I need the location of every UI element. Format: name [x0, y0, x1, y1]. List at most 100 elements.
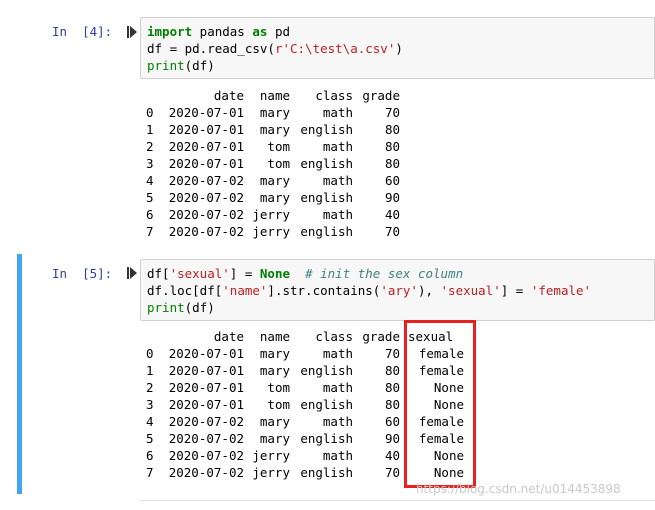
table-row: 1 2020-07-01 mary english 80 — [146, 121, 400, 138]
table-cell: 70 — [384, 346, 400, 361]
run-cell-icon[interactable] — [127, 26, 137, 38]
table-cell: 5 — [146, 431, 154, 446]
notebook-cell-4[interactable]: In [4]: import pandas as pd df = pd.read… — [0, 0, 655, 250]
table-cell: jerry — [252, 207, 290, 222]
table-cell: math — [322, 346, 353, 361]
table-cell: 2020-07-01 — [168, 346, 244, 361]
code-token: pd — [267, 24, 291, 39]
table-cell: mary — [259, 346, 290, 361]
watermark: https://blog.csdn.net/u014453898 — [416, 482, 621, 496]
table-cell: english — [300, 156, 353, 171]
code-token: df.loc[df[ — [147, 283, 223, 298]
sexual-column-highlight-box — [404, 320, 476, 488]
table-cell: english — [300, 224, 353, 239]
table-cell: 7 — [146, 465, 154, 480]
table-cell: math — [322, 448, 353, 463]
table-cell: 2020-07-02 — [168, 224, 244, 239]
table-cell: 4 — [146, 173, 154, 188]
column-header: class — [315, 329, 353, 344]
code-token: pandas — [192, 24, 253, 39]
table-cell: 70 — [384, 465, 400, 480]
code-token: 'sexual' — [169, 266, 230, 281]
table-cell: math — [322, 105, 353, 120]
column-header — [146, 328, 166, 345]
table-cell: tom — [267, 397, 290, 412]
code-token: 'name' — [222, 283, 268, 298]
table-row: 0 2020-07-01 mary math 70 — [146, 104, 400, 121]
table-row: 2 2020-07-01 tom math 80 — [146, 138, 400, 155]
column-header: date — [213, 88, 244, 103]
table-cell: 2020-07-01 — [168, 156, 244, 171]
table-cell: 2020-07-02 — [168, 173, 244, 188]
code-token: (df) — [184, 300, 215, 315]
table-cell: math — [322, 139, 353, 154]
code-token: 'female' — [530, 283, 592, 298]
code-token: import — [147, 24, 193, 39]
table-cell: 2020-07-02 — [168, 465, 244, 480]
table-cell: 3 — [146, 397, 154, 412]
code-token: ] = — [229, 266, 260, 281]
table-cell: 2 — [146, 139, 154, 154]
table-cell: 80 — [384, 139, 400, 154]
table-cell: 4 — [146, 414, 154, 429]
column-header: grade — [362, 88, 400, 103]
table-cell: 2020-07-01 — [168, 397, 244, 412]
table-cell: english — [300, 190, 353, 205]
table-row: 3 2020-07-01 tom english 80 — [146, 155, 400, 172]
table-cell: 2020-07-01 — [168, 105, 244, 120]
code-token: 'ary' — [380, 283, 418, 298]
table-cell: 40 — [384, 207, 400, 222]
code-token: print — [147, 58, 185, 73]
code-token: df[ — [147, 266, 170, 281]
code-line: import pandas as pd — [147, 23, 648, 40]
table-cell: tom — [267, 139, 290, 154]
table-cell: 80 — [384, 363, 400, 378]
run-cell-icon[interactable] — [127, 267, 137, 279]
table-cell: 90 — [384, 190, 400, 205]
code-token: ) — [395, 41, 403, 56]
table-cell: 0 — [146, 105, 154, 120]
code-line: df['sexual'] = None # init the sex colum… — [147, 265, 648, 282]
table-cell: english — [300, 363, 353, 378]
table-cell: 0 — [146, 346, 154, 361]
table-cell: 2020-07-01 — [168, 380, 244, 395]
column-header: name — [259, 329, 290, 344]
table-cell: 6 — [146, 448, 154, 463]
cell-4-prompt: In [4]: — [52, 24, 113, 39]
column-header: class — [315, 88, 353, 103]
code-token: ), — [417, 283, 441, 298]
table-cell: tom — [267, 156, 290, 171]
table-row: 7 2020-07-02 jerry english 70 — [146, 223, 400, 240]
table-header-row: date name class grade — [146, 87, 400, 104]
table-cell: 40 — [384, 448, 400, 463]
cell-5-code-editor[interactable]: df['sexual'] = None # init the sex colum… — [140, 259, 655, 321]
table-cell: 60 — [384, 414, 400, 429]
table-row: 5 2020-07-02 mary english 90 — [146, 189, 400, 206]
table-cell: 2020-07-01 — [168, 122, 244, 137]
table-cell: 2020-07-02 — [168, 448, 244, 463]
code-token: ] = — [500, 283, 531, 298]
cell-4-output: date name class grade 0 2020-07-01 mary mat… — [146, 87, 400, 240]
table-cell: english — [300, 465, 353, 480]
code-token: ].str.contains( — [267, 283, 381, 298]
table-cell: math — [322, 380, 353, 395]
table-cell: mary — [259, 190, 290, 205]
table-cell: 2020-07-01 — [168, 363, 244, 378]
column-header: name — [259, 88, 290, 103]
table-cell: tom — [267, 380, 290, 395]
code-token: None — [259, 266, 291, 281]
cell-4-code-editor[interactable]: import pandas as pd df = pd.read_csv(r'C… — [140, 17, 655, 79]
table-cell: 70 — [384, 224, 400, 239]
table-cell: mary — [259, 105, 290, 120]
table-cell: english — [300, 431, 353, 446]
code-line: print(df) — [147, 299, 648, 316]
table-cell: 5 — [146, 190, 154, 205]
table-cell: 2020-07-02 — [168, 414, 244, 429]
table-cell: 3 — [146, 156, 154, 171]
table-cell: math — [322, 414, 353, 429]
table-row: 6 2020-07-02 jerry math 40 — [146, 206, 400, 223]
cell-5-prompt: In [5]: — [52, 266, 113, 281]
code-token: 'sexual' — [440, 283, 501, 298]
table-row: 4 2020-07-02 mary math 60 — [146, 172, 400, 189]
